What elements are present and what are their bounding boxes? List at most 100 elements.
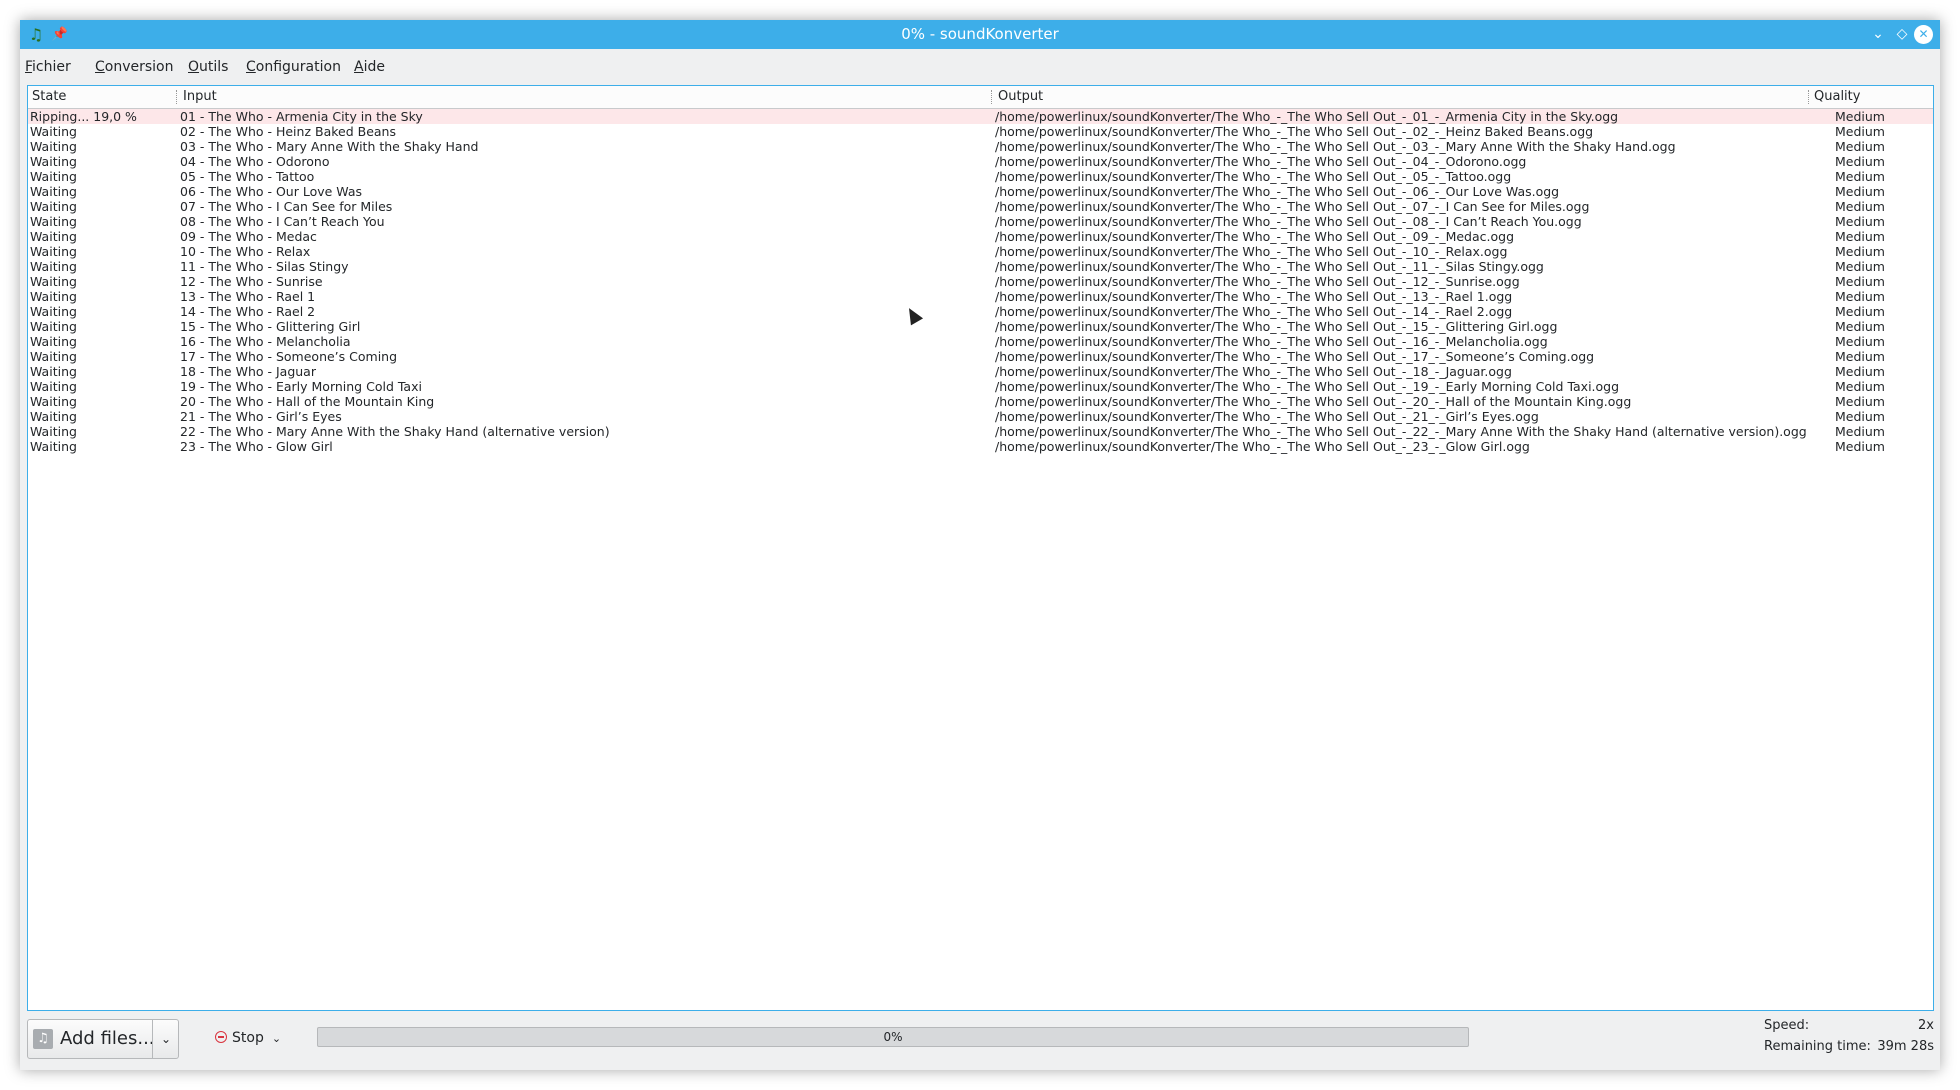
table-row[interactable]: Waiting 15 - The Who - Glittering Girl/ho… bbox=[28, 319, 1933, 334]
menu-aide[interactable]: Aide bbox=[354, 49, 385, 85]
column-resize-handle[interactable] bbox=[1808, 90, 1811, 104]
state-cell-text: Waiting bbox=[30, 409, 77, 424]
state-cell-text: Waiting bbox=[30, 349, 77, 364]
output-cell-text: /home/powerlinux/soundKonverter/The Who_… bbox=[995, 439, 1530, 454]
state-cell-text: Waiting bbox=[30, 439, 77, 454]
remaining-time-row: Remaining time: 39m 28s bbox=[1764, 1036, 1934, 1057]
quality-cell-text: Medium bbox=[1835, 334, 1885, 349]
chevron-down-icon[interactable]: ⌄ bbox=[272, 1032, 281, 1045]
state-cell: Waiting bbox=[30, 199, 175, 214]
input-cell: 14 - The Who - Rael 2 bbox=[180, 304, 990, 319]
table-row[interactable]: Waiting 16 - The Who - Melancholia/home/p… bbox=[28, 334, 1933, 349]
title-bar[interactable]: ♫ 📌 0% - soundKonverter ⌄ ◇ ✕ bbox=[20, 20, 1940, 49]
state-cell-text: Waiting bbox=[30, 319, 77, 334]
table-row[interactable]: Waiting 19 - The Who - Early Morning Cold… bbox=[28, 379, 1933, 394]
quality-cell: Medium bbox=[1835, 109, 1930, 124]
add-files-label: Add files... bbox=[60, 1028, 155, 1049]
input-cell-text: 16 - The Who - Melancholia bbox=[180, 334, 351, 349]
stop-button[interactable]: Stop ⌄ bbox=[215, 1019, 281, 1057]
table-row[interactable]: Ripping... 19,0 % 01 - The Who - Armenia … bbox=[28, 109, 1933, 124]
output-cell-text: /home/powerlinux/soundKonverter/The Who_… bbox=[995, 169, 1512, 184]
quality-cell-text: Medium bbox=[1835, 229, 1885, 244]
table-row[interactable]: Waiting 12 - The Who - Sunrise/home/power… bbox=[28, 274, 1933, 289]
menu-outils[interactable]: Outils bbox=[188, 49, 228, 85]
output-cell: /home/powerlinux/soundKonverter/The Who_… bbox=[995, 229, 1840, 244]
quality-cell: Medium bbox=[1835, 199, 1930, 214]
input-cell: 13 - The Who - Rael 1 bbox=[180, 289, 990, 304]
state-cell: Waiting bbox=[30, 409, 175, 424]
quality-cell-text: Medium bbox=[1835, 364, 1885, 379]
output-cell: /home/powerlinux/soundKonverter/The Who_… bbox=[995, 424, 1840, 439]
state-cell-text: Waiting bbox=[30, 259, 77, 274]
state-cell: Waiting bbox=[30, 154, 175, 169]
menu-fichier[interactable]: Fichier bbox=[25, 49, 71, 85]
button-separator bbox=[152, 1020, 153, 1058]
column-resize-handle[interactable] bbox=[991, 90, 994, 104]
table-row[interactable]: Waiting 02 - The Who - Heinz Baked Beans /… bbox=[28, 124, 1933, 139]
table-row[interactable]: Waiting 09 - The Who - Medac/home/powerli… bbox=[28, 229, 1933, 244]
table-row[interactable]: Waiting 21 - The Who - Girl’s Eyes/home/p… bbox=[28, 409, 1933, 424]
quality-cell: Medium bbox=[1835, 244, 1930, 259]
table-row[interactable]: Waiting 08 - The Who - I Can’t Reach You /… bbox=[28, 214, 1933, 229]
table-row[interactable]: Waiting 03 - The Who - Mary Anne With the… bbox=[28, 139, 1933, 154]
quality-cell: Medium bbox=[1835, 169, 1930, 184]
input-cell-text: 20 - The Who - Hall of the Mountain King bbox=[180, 394, 435, 409]
overall-progress-bar: 0% bbox=[317, 1027, 1469, 1047]
input-cell: 22 - The Who - Mary Anne With the Shaky … bbox=[180, 424, 990, 439]
table-row[interactable]: Waiting 06 - The Who - Our Love Was/home/… bbox=[28, 184, 1933, 199]
table-row[interactable]: Waiting 14 - The Who - Rael 2/home/powerl… bbox=[28, 304, 1933, 319]
quality-cell: Medium bbox=[1835, 424, 1930, 439]
output-cell: /home/powerlinux/soundKonverter/The Who_… bbox=[995, 169, 1840, 184]
table-row[interactable]: Waiting 18 - The Who - Jaguar/home/powerl… bbox=[28, 364, 1933, 379]
input-cell: 01 - The Who - Armenia City in the Sky bbox=[180, 109, 990, 124]
chevron-down-icon[interactable]: ⌄ bbox=[154, 1020, 178, 1058]
close-icon[interactable]: ✕ bbox=[1914, 25, 1933, 44]
table-row[interactable]: Waiting 20 - The Who - Hall of the Mounta… bbox=[28, 394, 1933, 409]
column-header-output[interactable]: Output bbox=[998, 86, 1043, 108]
output-cell-text: /home/powerlinux/soundKonverter/The Who_… bbox=[995, 274, 1520, 289]
quality-cell: Medium bbox=[1835, 184, 1930, 199]
file-list-table[interactable]: State Input Output Quality Ripping... 19… bbox=[27, 85, 1934, 1011]
table-row[interactable]: Waiting 05 - The Who - Tattoo/home/powerl… bbox=[28, 169, 1933, 184]
table-row[interactable]: Waiting 13 - The Who - Rael 1/home/powerl… bbox=[28, 289, 1933, 304]
input-cell: 20 - The Who - Hall of the Mountain King bbox=[180, 394, 990, 409]
state-cell: Waiting bbox=[30, 349, 175, 364]
output-cell-text: /home/powerlinux/soundKonverter/The Who_… bbox=[995, 244, 1508, 259]
input-cell: 17 - The Who - Someone’s Coming bbox=[180, 349, 990, 364]
bottom-toolbar: ♫ Add files... ⌄ Stop ⌄ 0% Speed: 2x Rema… bbox=[20, 1015, 1940, 1070]
diamond-icon[interactable]: ◇ bbox=[1892, 20, 1912, 49]
state-cell-text: Waiting bbox=[30, 199, 77, 214]
quality-cell-text: Medium bbox=[1835, 424, 1885, 439]
table-row[interactable]: Waiting 22 - The Who - Mary Anne With the… bbox=[28, 424, 1933, 439]
output-cell-text: /home/powerlinux/soundKonverter/The Who_… bbox=[995, 109, 1619, 124]
output-cell: /home/powerlinux/soundKonverter/The Who_… bbox=[995, 109, 1840, 124]
table-row[interactable]: Waiting 17 - The Who - Someone’s Coming/h… bbox=[28, 349, 1933, 364]
column-header-quality[interactable]: Quality bbox=[1814, 86, 1860, 108]
input-cell: 18 - The Who - Jaguar bbox=[180, 364, 990, 379]
state-cell-text: Waiting bbox=[30, 139, 77, 154]
quality-cell: Medium bbox=[1835, 439, 1930, 454]
output-cell-text: /home/powerlinux/soundKonverter/The Who_… bbox=[995, 409, 1539, 424]
output-cell: /home/powerlinux/soundKonverter/The Who_… bbox=[995, 139, 1840, 154]
quality-cell-text: Medium bbox=[1835, 184, 1885, 199]
quality-cell-text: Medium bbox=[1835, 199, 1885, 214]
state-cell-text: Waiting bbox=[30, 184, 77, 199]
column-resize-handle[interactable] bbox=[176, 90, 179, 104]
speed-row: Speed: 2x bbox=[1764, 1015, 1934, 1036]
table-row[interactable]: Waiting 07 - The Who - I Can See for Mile… bbox=[28, 199, 1933, 214]
menu-label: onfiguration bbox=[255, 59, 341, 75]
chevron-down-icon[interactable]: ⌄ bbox=[1868, 20, 1888, 49]
table-row[interactable]: Waiting 04 - The Who - Odorono/home/power… bbox=[28, 154, 1933, 169]
output-cell: /home/powerlinux/soundKonverter/The Who_… bbox=[995, 244, 1840, 259]
table-row[interactable]: Waiting 23 - The Who - Glow Girl/home/pow… bbox=[28, 439, 1933, 454]
input-cell-text: 06 - The Who - Our Love Was bbox=[180, 184, 363, 199]
menu-configuration[interactable]: Configuration bbox=[246, 49, 341, 85]
column-header-state[interactable]: State bbox=[32, 86, 66, 108]
table-row[interactable]: Waiting 10 - The Who - Relax/home/powerli… bbox=[28, 244, 1933, 259]
add-files-button[interactable]: ♫ Add files... ⌄ bbox=[27, 1019, 179, 1059]
window-title: 0% - soundKonverter bbox=[901, 25, 1059, 43]
column-header-input[interactable]: Input bbox=[183, 86, 217, 108]
table-row[interactable]: Waiting 11 - The Who - Silas Stingy/home/… bbox=[28, 259, 1933, 274]
menu-label: ichier bbox=[32, 59, 71, 75]
menu-conversion[interactable]: Conversion bbox=[95, 49, 174, 85]
